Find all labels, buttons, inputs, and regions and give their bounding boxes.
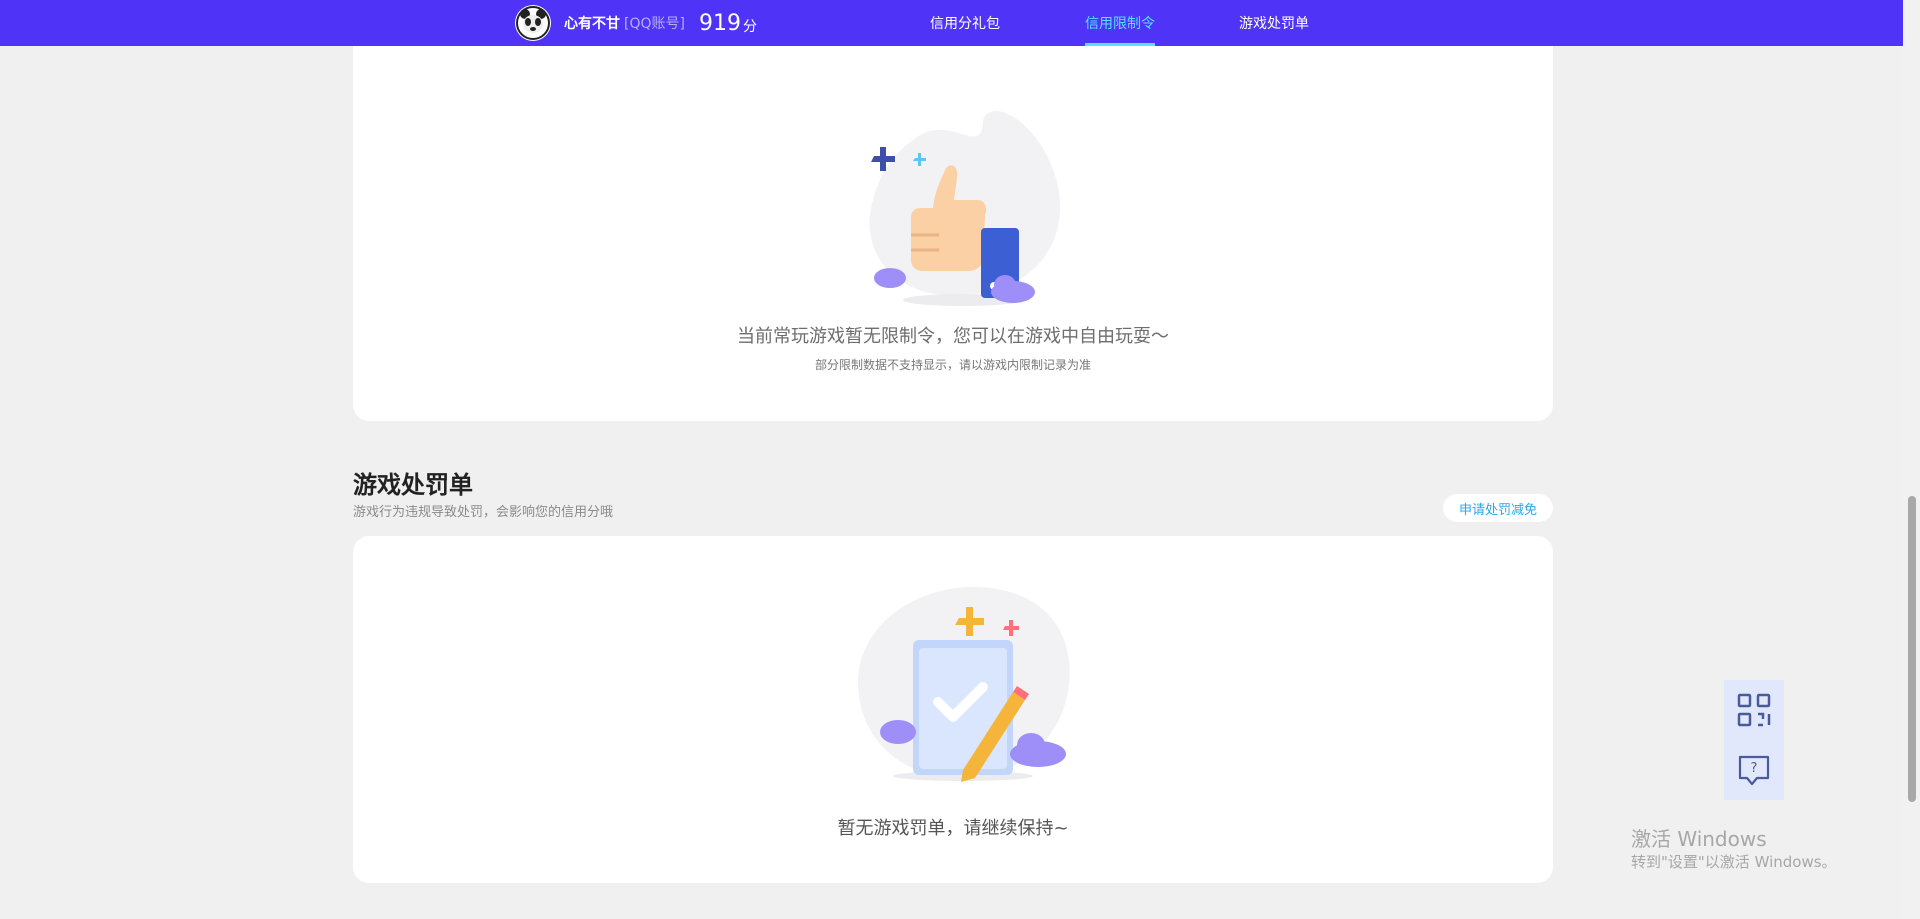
thumbs-up-illustration (869, 110, 1061, 306)
qr-code-icon (1737, 693, 1771, 727)
nav-credit-gift[interactable]: 信用分礼包 (930, 0, 1000, 46)
restriction-empty-note: 部分限制数据不支持显示，请以游戏内限制记录为准 (814, 358, 1091, 372)
restriction-card: 当前常玩游戏暂无限制令，您可以在游戏中自由玩耍～ 部分限制数据不支持显示，请以游… (353, 30, 1553, 421)
avatar[interactable] (515, 5, 551, 41)
help-chat-icon: ? (1738, 755, 1770, 786)
scrollbar-thumb[interactable] (1908, 496, 1916, 802)
windows-activation-watermark-title: 激活 Windows (1631, 827, 1767, 851)
penalty-empty-title: 暂无游戏罚单，请继续保持~ (837, 818, 1069, 839)
username: 心有不甘 (564, 16, 620, 32)
avatar-panda-icon (516, 6, 550, 40)
credit-score-unit: 分 (742, 19, 757, 35)
nav-game-penalty[interactable]: 游戏处罚单 (1239, 0, 1309, 46)
nav-credit-restriction[interactable]: 信用限制令 (1085, 0, 1155, 46)
help-button[interactable]: ? (1724, 740, 1784, 800)
top-nav-bar: 心有不甘 [QQ账号] 919 分 信用分礼包 信用限制令 游戏处罚单 (0, 0, 1903, 46)
section-title-penalty: 游戏处罚单 (353, 471, 473, 499)
credit-score: 919 (698, 10, 741, 36)
section-desc-penalty: 游戏行为违规导致处罚，会影响您的信用分哦 (353, 505, 614, 520)
clipboard-check-illustration (858, 587, 1070, 782)
windows-activation-watermark-subtitle: 转到"设置"以激活 Windows。 (1631, 853, 1837, 871)
penalty-card: 暂无游戏罚单，请继续保持~ (353, 536, 1553, 883)
account-type: [QQ账号] (624, 16, 685, 32)
restriction-empty-title: 当前常玩游戏暂无限制令，您可以在游戏中自由玩耍～ (737, 326, 1169, 347)
apply-penalty-reduction-button[interactable]: 申请处罚减免 (1443, 494, 1553, 522)
svg-text:?: ? (1751, 761, 1758, 776)
qr-code-button[interactable] (1724, 680, 1784, 740)
user-info: 心有不甘 [QQ账号] 919 分 (515, 5, 757, 41)
